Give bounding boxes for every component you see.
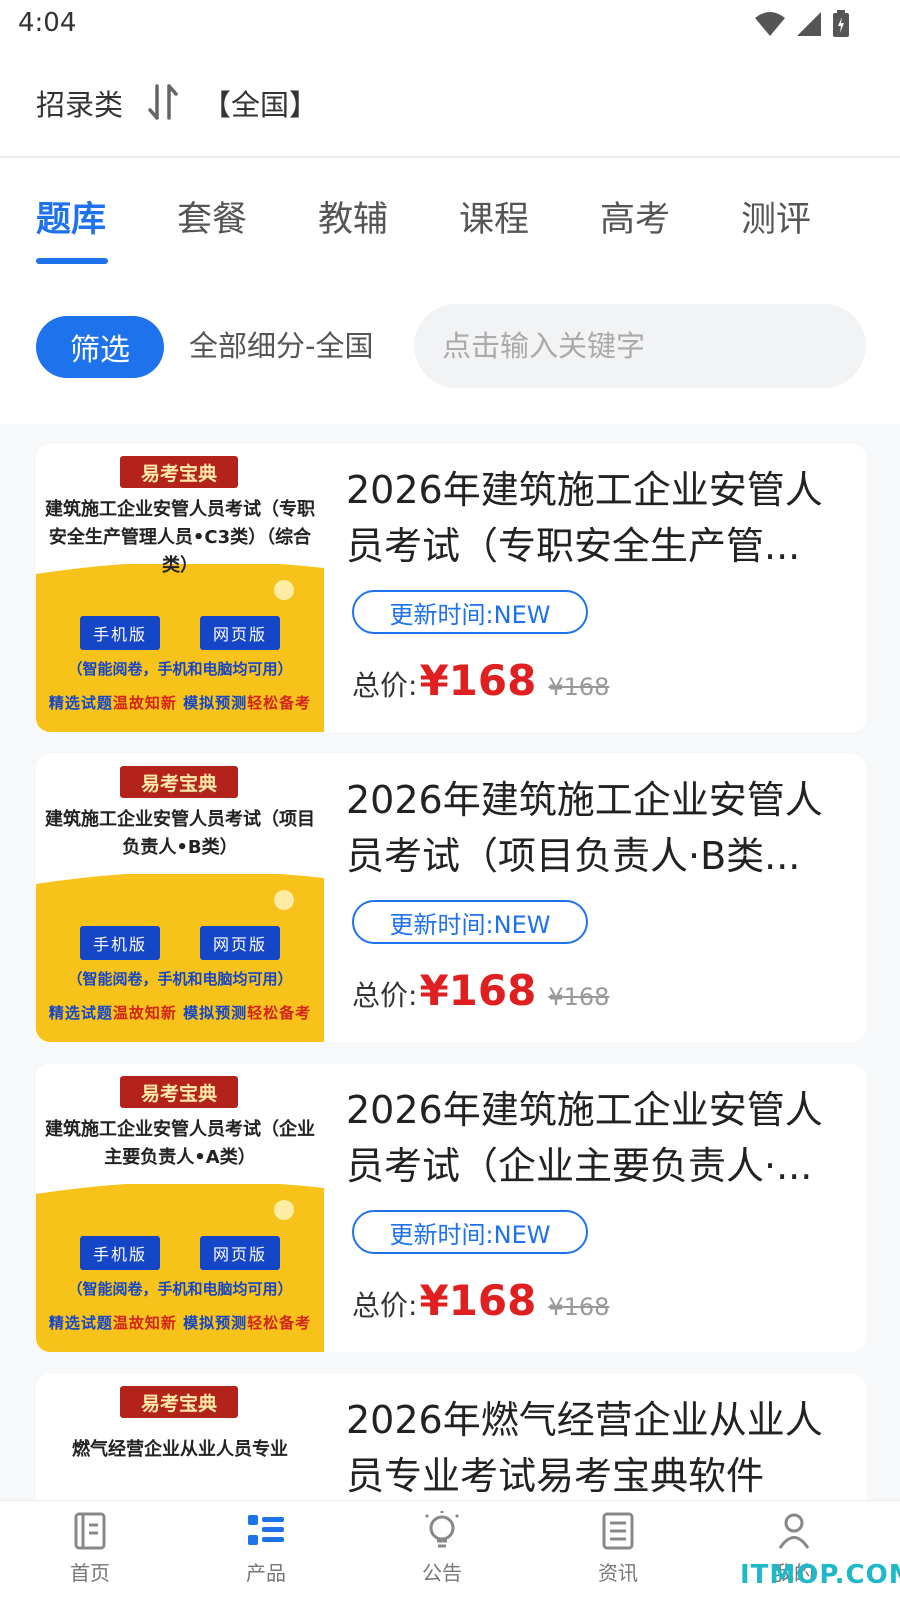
wifi-icon — [755, 12, 785, 36]
category-name[interactable]: 招录类 — [36, 82, 123, 124]
user-icon — [778, 1513, 810, 1549]
bulb-icon — [424, 1511, 460, 1548]
price: ¥168 — [419, 1276, 537, 1325]
product-cover-image: 易考宝典 建筑施工企业安管人员考试（专职安全生产管理人员•C3类）（综合类） 手… — [36, 444, 324, 732]
nav-notices[interactable]: 公告 — [382, 1511, 502, 1586]
update-time-tag: 更新时间:NEW — [352, 590, 588, 634]
cover-web-badge: 网页版 — [200, 1236, 280, 1270]
region-selector[interactable]: 【全国】 — [202, 82, 318, 124]
nav-home[interactable]: 首页 — [30, 1511, 150, 1586]
cover-note: （智能阅卷，手机和电脑均可用） — [67, 970, 293, 988]
product-card[interactable]: 易考宝典 燃气经营企业从业人员专业 2026年燃气经营企业从业人员专业考试易考宝… — [36, 1374, 866, 1500]
news-icon — [602, 1512, 634, 1550]
cover-brand: 易考宝典 — [120, 1386, 238, 1418]
cover-title: 建筑施工企业安管人员考试（项目负责人•B类） — [45, 809, 315, 858]
filter-button[interactable]: 筛选 — [36, 316, 164, 378]
cover-slogan: 精选试题温故知新 模拟预测轻松备考 — [48, 1004, 312, 1022]
active-tab-indicator — [36, 258, 108, 264]
price-label: 总价: — [352, 979, 418, 1012]
home-icon — [74, 1512, 106, 1550]
price-row: 总价: ¥168 ¥168 — [352, 1276, 609, 1328]
category-header: 招录类 【全国】 — [0, 50, 900, 158]
price-label: 总价: — [352, 1289, 418, 1322]
original-price: ¥168 — [548, 1293, 610, 1321]
search-input[interactable] — [414, 304, 866, 388]
tab-courses[interactable]: 课程 — [459, 191, 529, 242]
switch-arrows-icon[interactable] — [146, 82, 182, 122]
filter-bar: 筛选 全部细分-全国 — [0, 268, 900, 424]
update-time-tag: 更新时间:NEW — [352, 1210, 588, 1254]
price-label: 总价: — [352, 669, 418, 702]
cover-web-badge: 网页版 — [200, 926, 280, 960]
nav-products[interactable]: 产品 — [206, 1511, 326, 1586]
watermark: ITMOP.COM — [740, 1560, 900, 1590]
battery-icon — [833, 10, 849, 37]
tab-question-bank[interactable]: 题库 — [36, 191, 106, 242]
cover-slogan: 精选试题温故知新 模拟预测轻松备考 — [48, 1314, 312, 1332]
tab-package[interactable]: 套餐 — [177, 191, 247, 242]
product-card[interactable]: 易考宝典 建筑施工企业安管人员考试（专职安全生产管理人员•C3类）（综合类） 手… — [36, 444, 866, 732]
price-row: 总价: ¥168 ¥168 — [352, 966, 609, 1018]
nav-label: 公告 — [422, 1561, 462, 1585]
cover-title: 建筑施工企业安管人员考试（企业主要负责人•A类） — [45, 1119, 315, 1168]
nav-label: 资讯 — [598, 1561, 638, 1585]
original-price: ¥168 — [548, 983, 610, 1011]
status-icons — [754, 10, 850, 38]
product-cover-image: 易考宝典 建筑施工企业安管人员考试（项目负责人•B类） 手机版 网页版 （智能阅… — [36, 754, 324, 1042]
cover-brand: 易考宝典 — [120, 1076, 238, 1108]
tab-teaching-aids[interactable]: 教辅 — [318, 191, 388, 242]
product-card[interactable]: 易考宝典 建筑施工企业安管人员考试（项目负责人•B类） 手机版 网页版 （智能阅… — [36, 754, 866, 1042]
original-price: ¥168 — [548, 673, 610, 701]
tab-bar: 题库 套餐 教辅 课程 高考 测评 — [0, 158, 900, 268]
cover-web-badge: 网页版 — [200, 616, 280, 650]
cover-title: 燃气经营企业从业人员专业 — [72, 1439, 288, 1460]
tab-gaokao[interactable]: 高考 — [600, 191, 670, 242]
tab-assessment[interactable]: 测评 — [741, 191, 811, 242]
cover-note: （智能阅卷，手机和电脑均可用） — [67, 1280, 293, 1298]
price: ¥168 — [419, 966, 537, 1015]
cover-mobile-badge: 手机版 — [80, 1236, 160, 1270]
cover-title: 建筑施工企业安管人员考试（专职安全生产管理人员•C3类）（综合类） — [45, 499, 315, 576]
product-list-icon — [248, 1515, 284, 1545]
product-card[interactable]: 易考宝典 建筑施工企业安管人员考试（企业主要负责人•A类） 手机版 网页版 （智… — [36, 1064, 866, 1352]
signal-icon — [797, 12, 821, 36]
nav-label: 首页 — [70, 1561, 110, 1585]
product-title: 2026年燃气经营企业从业人员专业考试易考宝典软件 — [346, 1398, 823, 1498]
nav-news[interactable]: 资讯 — [558, 1511, 678, 1586]
price: ¥168 — [419, 656, 537, 705]
status-time: 4:04 — [18, 8, 77, 38]
status-bar: 4:04 — [0, 0, 900, 50]
product-list: 易考宝典 建筑施工企业安管人员考试（专职安全生产管理人员•C3类）（综合类） 手… — [0, 424, 900, 1500]
filter-scope-label[interactable]: 全部细分-全国 — [189, 323, 373, 365]
product-title: 2026年建筑施工企业安管人员考试（项目负责人·B类... — [346, 778, 823, 878]
update-time-tag: 更新时间:NEW — [352, 900, 588, 944]
cover-mobile-badge: 手机版 — [80, 616, 160, 650]
product-title: 2026年建筑施工企业安管人员考试（专职安全生产管... — [346, 468, 823, 568]
app-screen: 4:04 招录类 【全国】 题库 套餐 教辅 课程 高考 测评 筛选 全部细分-… — [0, 0, 900, 1600]
nav-label: 产品 — [246, 1561, 286, 1585]
cover-slogan: 精选试题温故知新 模拟预测轻松备考 — [48, 694, 312, 712]
price-row: 总价: ¥168 ¥168 — [352, 656, 609, 708]
cover-brand: 易考宝典 — [120, 456, 238, 488]
product-title: 2026年建筑施工企业安管人员考试（企业主要负责人·... — [346, 1088, 823, 1188]
cover-mobile-badge: 手机版 — [80, 926, 160, 960]
cover-note: （智能阅卷，手机和电脑均可用） — [67, 660, 293, 678]
product-cover-image: 易考宝典 建筑施工企业安管人员考试（企业主要负责人•A类） 手机版 网页版 （智… — [36, 1064, 324, 1352]
product-cover-image: 易考宝典 燃气经营企业从业人员专业 — [36, 1374, 324, 1500]
cover-brand: 易考宝典 — [120, 766, 238, 798]
